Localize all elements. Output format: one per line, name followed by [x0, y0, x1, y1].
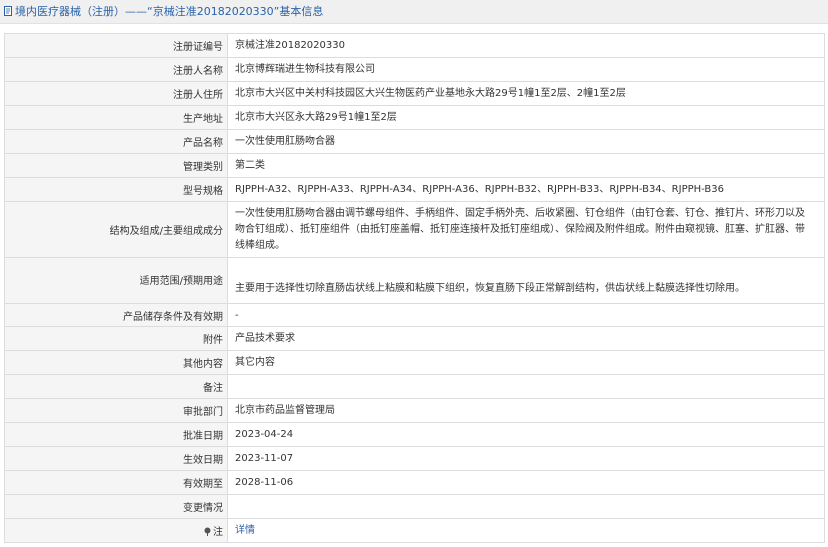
row-value-production-address: 北京市大兴区永大路29号1幢1至2层 [227, 105, 825, 130]
row-value-note: 详情 [227, 518, 825, 543]
row-value-remarks [227, 374, 825, 399]
row-value-change-status [227, 494, 825, 519]
table-row: 生效日期 2023-11-07 [4, 446, 825, 471]
row-label-structure: 结构及组成/主要组成成分 [4, 201, 228, 258]
row-label-product-name: 产品名称 [4, 129, 228, 154]
row-value-model-spec: RJPPH-A32、RJPPH-A33、RJPPH-A34、RJPPH-A36、… [227, 177, 825, 202]
row-value-storage-validity: - [227, 303, 825, 327]
row-value-management-class: 第二类 [227, 153, 825, 178]
row-label-intended-use: 适用范围/预期用途 [4, 257, 228, 304]
page-header: 境内医疗器械（注册）——“京械注准20182020330”基本信息 [0, 0, 828, 24]
row-value-approval-date: 2023-04-24 [227, 422, 825, 447]
table-row: 产品名称 一次性使用肛肠吻合器 [4, 129, 825, 154]
table-row: 生产地址 北京市大兴区永大路29号1幢1至2层 [4, 105, 825, 130]
row-value-other-content: 其它内容 [227, 350, 825, 375]
row-value-intended-use: 主要用于选择性切除直肠齿状线上粘膜和粘膜下组织，恢复直肠下段正常解剖结构，供齿状… [227, 257, 825, 304]
row-label-attachment: 附件 [4, 326, 228, 351]
row-label-valid-until: 有效期至 [4, 470, 228, 495]
row-label-registrant-name: 注册人名称 [4, 57, 228, 82]
row-value-approval-department: 北京市药品监督管理局 [227, 398, 825, 423]
table-row: 产品储存条件及有效期 - [4, 303, 825, 327]
row-value-structure: 一次性使用肛肠吻合器由调节螺母组件、手柄组件、固定手柄外壳、后收紧圈、钉仓组件（… [227, 201, 825, 258]
table-row: 审批部门 北京市药品监督管理局 [4, 398, 825, 423]
row-label-remarks: 备注 [4, 374, 228, 399]
row-label-approval-date: 批准日期 [4, 422, 228, 447]
table-row: 管理类别 第二类 [4, 153, 825, 178]
table-row: 附件 产品技术要求 [4, 326, 825, 351]
row-label-registrant-address: 注册人住所 [4, 81, 228, 106]
detail-table: 注册证编号 京械注准20182020330 注册人名称 北京博辉瑞进生物科技有限… [4, 33, 825, 543]
document-icon [4, 6, 12, 16]
note-label: 注 [213, 527, 223, 538]
table-row: 结构及组成/主要组成成分 一次性使用肛肠吻合器由调节螺母组件、手柄组件、固定手柄… [4, 201, 825, 258]
row-label-production-address: 生产地址 [4, 105, 228, 130]
row-label-model-spec: 型号规格 [4, 177, 228, 202]
table-row: 其他内容 其它内容 [4, 350, 825, 375]
row-label-storage-validity: 产品储存条件及有效期 [4, 303, 228, 327]
table-row: 变更情况 [4, 494, 825, 519]
row-label-registration-number: 注册证编号 [4, 33, 228, 58]
table-row: 批准日期 2023-04-24 [4, 422, 825, 447]
table-row: 注 详情 [4, 518, 825, 543]
row-label-note: 注 [4, 518, 228, 543]
row-value-valid-until: 2028-11-06 [227, 470, 825, 495]
table-row: 备注 [4, 374, 825, 399]
table-row: 型号规格 RJPPH-A32、RJPPH-A33、RJPPH-A34、RJPPH… [4, 177, 825, 202]
pin-icon [204, 527, 211, 536]
row-label-approval-department: 审批部门 [4, 398, 228, 423]
table-row: 适用范围/预期用途 主要用于选择性切除直肠齿状线上粘膜和粘膜下组织，恢复直肠下段… [4, 257, 825, 304]
table-row: 注册证编号 京械注准20182020330 [4, 33, 825, 58]
row-value-registration-number: 京械注准20182020330 [227, 33, 825, 58]
row-value-effective-date: 2023-11-07 [227, 446, 825, 471]
table-row: 注册人住所 北京市大兴区中关村科技园区大兴生物医药产业基地永大路29号1幢1至2… [4, 81, 825, 106]
row-label-effective-date: 生效日期 [4, 446, 228, 471]
row-value-registrant-address: 北京市大兴区中关村科技园区大兴生物医药产业基地永大路29号1幢1至2层、2幢1至… [227, 81, 825, 106]
row-value-product-name: 一次性使用肛肠吻合器 [227, 129, 825, 154]
row-value-registrant-name: 北京博辉瑞进生物科技有限公司 [227, 57, 825, 82]
table-row: 有效期至 2028-11-06 [4, 470, 825, 495]
row-label-change-status: 变更情况 [4, 494, 228, 519]
row-label-other-content: 其他内容 [4, 350, 228, 375]
row-label-management-class: 管理类别 [4, 153, 228, 178]
table-row: 注册人名称 北京博辉瑞进生物科技有限公司 [4, 57, 825, 82]
page-title: 境内医疗器械（注册）——“京械注准20182020330”基本信息 [15, 5, 324, 18]
row-value-attachment: 产品技术要求 [227, 326, 825, 351]
details-link[interactable]: 详情 [235, 525, 255, 536]
